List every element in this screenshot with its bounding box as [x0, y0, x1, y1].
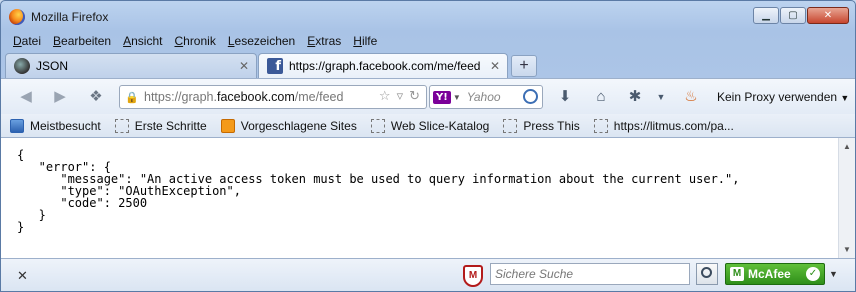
new-tab-button[interactable]: + [511, 55, 537, 77]
page-icon [593, 118, 608, 133]
title-bar: Mozilla Firefox ▁ ▢ ✕ [1, 1, 855, 31]
navigation-toolbar: ◀ ▶ ❖ 🔒 https://graph.facebook.com/me/fe… [1, 78, 855, 114]
proxy-selector[interactable]: Kein Proxy verwenden ▼ [717, 90, 849, 104]
bulb-icon [220, 118, 235, 133]
addon-icon[interactable]: ✱ [625, 87, 645, 107]
menu-extras[interactable]: Extras [301, 31, 347, 51]
bookmarks-icon [10, 118, 24, 133]
status-bar: ✕ M Sichere Suche M McAfee ✓ ▼ [1, 258, 855, 291]
download-icon[interactable]: ⬇ [555, 87, 575, 107]
bookmark-litmus[interactable]: https://litmus.com/pa... [593, 118, 734, 133]
tab-facebook-feed[interactable]: f https://graph.facebook.com/me/feed ✕ [258, 53, 508, 78]
dropdown-icon[interactable]: ▿ [397, 88, 404, 104]
window-title: Mozilla Firefox [31, 10, 109, 24]
home-icon[interactable]: ⌂ [591, 87, 611, 107]
checkmark-icon: ✓ [806, 267, 820, 281]
mcafee-shield-icon[interactable]: M [463, 265, 483, 287]
star-icon[interactable]: ☆ [379, 88, 391, 104]
minimize-button[interactable]: ▁ [753, 7, 779, 24]
menu-ansicht[interactable]: Ansicht [117, 31, 168, 51]
menu-bearbeiten[interactable]: Bearbeiten [47, 31, 117, 51]
close-tab-icon[interactable]: ✕ [236, 59, 252, 73]
page-icon [114, 118, 129, 133]
page-content: { "error": { "message": "An active acces… [1, 138, 855, 258]
bookmarks-toolbar: Meistbesucht Erste Schritte Vorgeschlage… [1, 114, 855, 138]
tab-json[interactable]: JSON ✕ [5, 53, 257, 78]
search-engine-dropdown-icon[interactable]: ▼ [453, 93, 461, 102]
page-icon [503, 118, 518, 133]
reload-icon[interactable]: ↻ [409, 88, 420, 104]
json-response: { "error": { "message": "An active acces… [17, 148, 740, 234]
search-input[interactable]: Yahoo [467, 90, 501, 104]
lock-icon: 🔒 [125, 91, 139, 104]
mcafee-logo-icon: M [730, 267, 744, 281]
addon-dropdown-icon[interactable]: ▼ [651, 87, 671, 107]
scroll-up-icon[interactable]: ▲ [843, 142, 851, 151]
yahoo-icon[interactable]: Y! [433, 90, 451, 104]
mcafee-label: McAfee [748, 267, 791, 281]
maximize-button[interactable]: ▢ [780, 7, 806, 24]
safe-search-button[interactable] [696, 263, 718, 285]
forward-button[interactable]: ▶ [49, 87, 71, 107]
window-controls: ▁ ▢ ✕ [753, 7, 849, 24]
safe-search-input[interactable]: Sichere Suche [490, 263, 690, 285]
json-icon [14, 58, 30, 74]
menu-chronik[interactable]: Chronik [168, 31, 221, 51]
firefox-logo-icon [9, 9, 25, 25]
firefox-window: Mozilla Firefox ▁ ▢ ✕ Datei Bearbeiten A… [0, 0, 856, 292]
facebook-icon: f [267, 58, 283, 74]
url-bar[interactable]: 🔒 https://graph.facebook.com/me/feed ☆ ▿… [119, 85, 427, 109]
bookmark-web-slice-katalog[interactable]: Web Slice-Katalog [370, 118, 489, 133]
search-icon[interactable] [523, 89, 538, 104]
mcafee-dropdown-icon[interactable]: ▼ [829, 269, 838, 279]
tab-label: JSON [36, 59, 69, 73]
menu-datei[interactable]: Datei [7, 31, 47, 51]
page-icon [370, 118, 385, 133]
bookmark-meistbesucht[interactable]: Meistbesucht [10, 118, 101, 133]
back-button[interactable]: ◀ [15, 87, 37, 107]
menu-lesezeichen[interactable]: Lesezeichen [222, 31, 301, 51]
close-window-button[interactable]: ✕ [807, 7, 849, 24]
close-tab-icon[interactable]: ✕ [487, 59, 503, 73]
search-box[interactable]: Y! ▼ Yahoo [429, 85, 543, 109]
bookmark-erste-schritte[interactable]: Erste Schritte [114, 118, 207, 133]
scroll-down-icon[interactable]: ▼ [843, 245, 851, 254]
mcafee-button[interactable]: M McAfee ✓ [725, 263, 825, 285]
search-icon [701, 267, 712, 278]
tab-strip: JSON ✕ f https://graph.facebook.com/me/f… [1, 52, 855, 78]
bookmark-vorgeschlagene-sites[interactable]: Vorgeschlagene Sites [220, 118, 357, 133]
url-bar-icons: ☆ ▿ ↻ [379, 88, 420, 104]
tab-label: https://graph.facebook.com/me/feed [289, 59, 481, 73]
menu-bar: Datei Bearbeiten Ansicht Chronik Lesezei… [1, 31, 855, 51]
bookmark-press-this[interactable]: Press This [503, 118, 580, 133]
url-text[interactable]: https://graph.facebook.com/me/feed [144, 90, 343, 104]
menu-hilfe[interactable]: Hilfe [347, 31, 383, 51]
close-addon-bar-icon[interactable]: ✕ [17, 268, 28, 284]
foxyproxy-icon[interactable]: ♨ [681, 87, 701, 107]
vertical-scrollbar[interactable]: ▲ ▼ [838, 138, 855, 258]
identity-icon[interactable]: ❖ [85, 87, 107, 107]
